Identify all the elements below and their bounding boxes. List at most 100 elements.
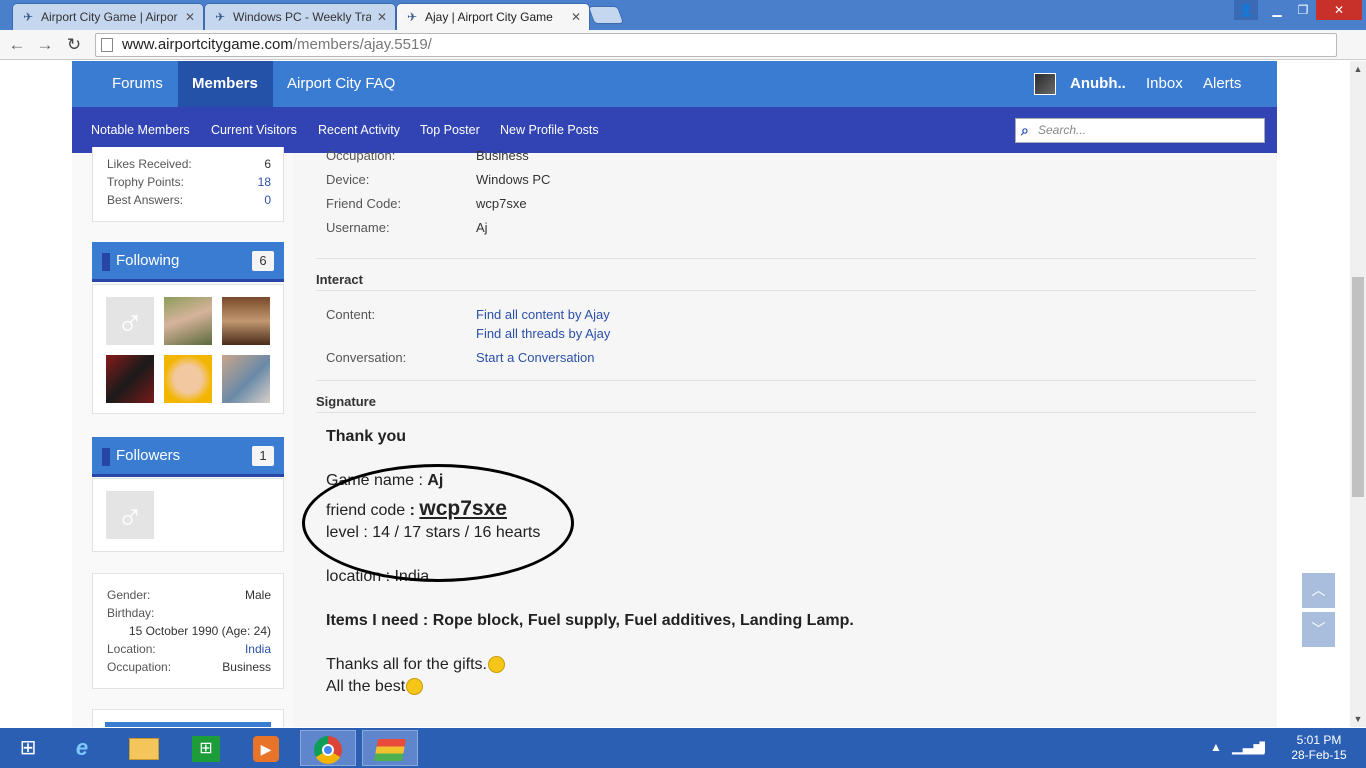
signature-thanks: Thanks all for the gifts. bbox=[326, 656, 505, 674]
scroll-down-arrow-icon[interactable]: ▼ bbox=[1350, 711, 1366, 727]
internet-explorer-icon[interactable]: e bbox=[54, 730, 110, 766]
clock-time: 5:01 PM bbox=[1296, 733, 1342, 747]
interact-title: Interact bbox=[316, 272, 363, 287]
avatar[interactable] bbox=[106, 355, 154, 403]
signature-title: Signature bbox=[316, 394, 376, 409]
divider bbox=[316, 412, 1256, 413]
smiley-icon bbox=[406, 678, 424, 695]
subnav-top-poster[interactable]: Top Poster bbox=[420, 107, 480, 153]
user-avatar[interactable] bbox=[1034, 73, 1056, 95]
browser-tab-2[interactable]: ✈ Windows PC - Weekly Tra ✕ bbox=[204, 3, 396, 30]
tab-forums[interactable]: Forums bbox=[98, 61, 177, 107]
windows-start-icon[interactable]: ⊞ bbox=[0, 730, 56, 766]
scrollbar-thumb[interactable] bbox=[1352, 277, 1364, 497]
search-input[interactable]: ⌕ Search... bbox=[1015, 118, 1265, 143]
avatar[interactable] bbox=[164, 355, 212, 403]
chrome-icon[interactable] bbox=[300, 730, 356, 766]
info-occupation: Occupation: Business bbox=[107, 660, 271, 674]
play-glyph: ▶ bbox=[253, 736, 279, 763]
show-hidden-icons-icon[interactable]: ▲ bbox=[1210, 740, 1222, 754]
bluestacks-icon[interactable] bbox=[362, 730, 418, 766]
avatar[interactable]: ♂ bbox=[106, 491, 154, 539]
inbox-link[interactable]: Inbox bbox=[1146, 61, 1183, 107]
page-icon bbox=[101, 38, 113, 52]
stat-value[interactable]: 0 bbox=[264, 193, 271, 207]
forward-arrow-icon[interactable]: → bbox=[34, 34, 56, 56]
info-value: Business bbox=[222, 660, 271, 674]
store-glyph: ⊞ bbox=[192, 736, 220, 763]
field-label-username: Username: bbox=[326, 220, 390, 235]
maximize-button[interactable]: ❐ bbox=[1290, 0, 1316, 20]
stat-likes-received: Likes Received: 6 bbox=[107, 157, 271, 171]
browser-toolbar: ← → ↻ www.airportcitygame.com/members/aj… bbox=[0, 30, 1366, 85]
find-all-threads-link[interactable]: Find all threads by Ajay bbox=[476, 326, 610, 341]
field-label-friend-code: Friend Code: bbox=[326, 196, 402, 211]
header-accent bbox=[102, 448, 110, 466]
chrome-logo-center bbox=[322, 744, 334, 757]
folder-shape bbox=[129, 738, 159, 761]
member-info-box: Gender: Male Birthday: 15 October 1990 (… bbox=[92, 573, 284, 689]
windows-store-icon[interactable]: ⊞ bbox=[178, 730, 234, 766]
airplane-icon: ✈ bbox=[214, 10, 226, 24]
divider bbox=[316, 258, 1256, 259]
stat-best-answers: Best Answers: 0 bbox=[107, 193, 271, 207]
subnav-recent-activity[interactable]: Recent Activity bbox=[318, 107, 400, 153]
close-icon[interactable]: ✕ bbox=[571, 10, 581, 24]
clock-date: 28-Feb-15 bbox=[1291, 748, 1347, 762]
reload-icon[interactable]: ↻ bbox=[63, 34, 85, 56]
close-icon[interactable]: ✕ bbox=[185, 10, 195, 24]
close-icon[interactable]: ✕ bbox=[377, 10, 387, 24]
tab-airport-city-faq[interactable]: Airport City FAQ bbox=[273, 61, 409, 107]
media-player-icon[interactable]: ▶ bbox=[238, 730, 294, 766]
scroll-up-arrow-icon[interactable]: ▲ bbox=[1350, 61, 1366, 77]
airplane-icon: ✈ bbox=[22, 10, 34, 24]
scroll-to-top-button[interactable]: ︿ bbox=[1302, 573, 1335, 608]
info-value[interactable]: India bbox=[245, 642, 271, 656]
header-accent bbox=[102, 253, 110, 271]
address-bar[interactable]: www.airportcitygame.com/members/ajay.551… bbox=[95, 33, 1337, 57]
page-viewport: Forums Members Airport City FAQ Anubh.. … bbox=[0, 61, 1350, 727]
new-tab-button[interactable] bbox=[587, 6, 625, 24]
stat-value[interactable]: 18 bbox=[258, 175, 271, 189]
field-label-content: Content: bbox=[326, 307, 376, 322]
main-nav: Forums Members Airport City FAQ Anubh.. … bbox=[72, 61, 1277, 107]
scroll-to-bottom-button[interactable]: ﹀ bbox=[1302, 612, 1335, 647]
browser-tab-3[interactable]: ✈ Ajay | Airport City Game ✕ bbox=[396, 3, 590, 30]
stat-label: Trophy Points: bbox=[107, 175, 184, 189]
field-value-username: Aj bbox=[476, 220, 488, 235]
back-arrow-icon[interactable]: ← bbox=[6, 34, 28, 56]
field-value-device: Windows PC bbox=[476, 172, 551, 187]
stat-label: Likes Received: bbox=[107, 157, 192, 171]
member-stats-box: Likes Received: 6 Trophy Points: 18 Best… bbox=[92, 147, 284, 222]
user-name-link[interactable]: Anubh.. bbox=[1070, 61, 1126, 107]
info-label: Occupation: bbox=[107, 660, 172, 674]
divider bbox=[316, 380, 1256, 381]
smiley-icon bbox=[487, 656, 505, 673]
user-icon[interactable]: 👤 bbox=[1234, 0, 1258, 20]
file-explorer-icon[interactable] bbox=[116, 730, 172, 766]
browser-tab-1[interactable]: ✈ Airport City Game | Airpor ✕ bbox=[12, 3, 204, 30]
divider bbox=[316, 290, 1256, 291]
start-conversation-link[interactable]: Start a Conversation bbox=[476, 350, 595, 365]
info-label: Gender: bbox=[107, 588, 151, 602]
subnav-new-profile-posts[interactable]: New Profile Posts bbox=[500, 107, 599, 153]
followers-header[interactable]: Followers 1 bbox=[92, 437, 284, 477]
tab-members[interactable]: Members bbox=[178, 61, 273, 107]
following-header[interactable]: Following 6 bbox=[92, 242, 284, 282]
avatar[interactable] bbox=[164, 297, 212, 345]
airplane-icon: ✈ bbox=[406, 10, 418, 24]
page-scrollbar[interactable]: ▲ ▼ bbox=[1350, 61, 1366, 727]
find-all-content-link[interactable]: Find all content by Ajay bbox=[476, 307, 610, 322]
avatar[interactable] bbox=[222, 355, 270, 403]
signature-thank-you: Thank you bbox=[326, 428, 407, 445]
alerts-link[interactable]: Alerts bbox=[1203, 61, 1241, 107]
avatar[interactable] bbox=[222, 297, 270, 345]
field-value-occupation: Business bbox=[476, 148, 529, 163]
clock[interactable]: 5:01 PM 28-Feb-15 bbox=[1286, 733, 1352, 763]
battery-icon[interactable]: ▮ bbox=[1258, 737, 1266, 755]
avatar[interactable]: ♂ bbox=[106, 297, 154, 345]
info-label: Location: bbox=[107, 642, 156, 656]
minimize-button[interactable]: ▁ bbox=[1264, 0, 1290, 20]
browser-titlebar: ✈ Airport City Game | Airpor ✕ ✈ Windows… bbox=[0, 0, 1366, 30]
close-window-button[interactable]: ✕ bbox=[1316, 0, 1362, 20]
